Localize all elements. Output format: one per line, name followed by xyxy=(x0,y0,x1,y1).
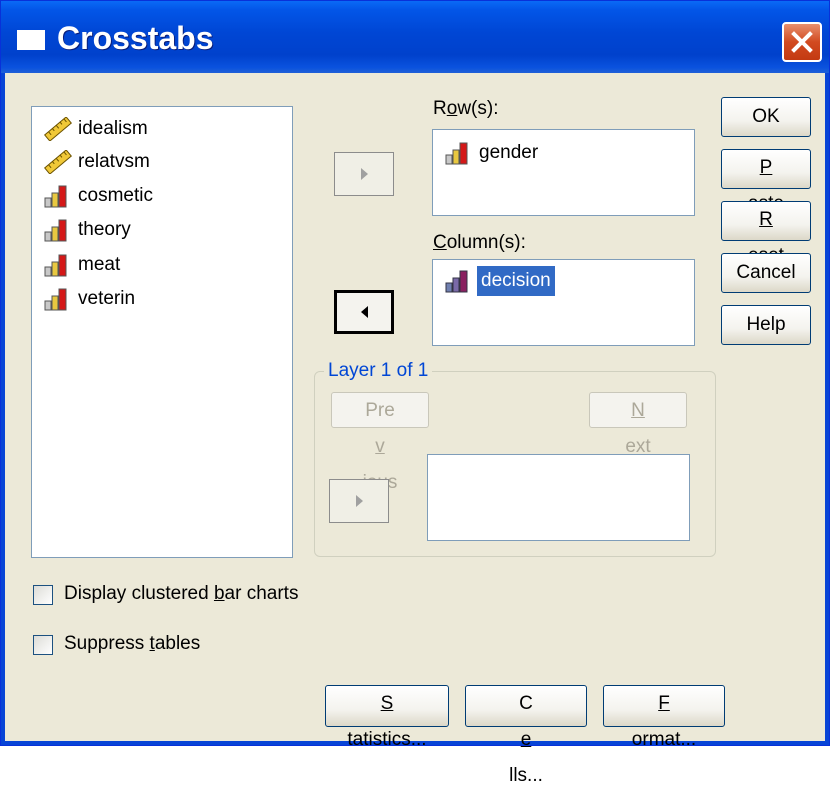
bar-chart-icon xyxy=(445,142,468,165)
suppress-tables-checkbox[interactable] xyxy=(33,635,53,655)
bar-chart-icon xyxy=(44,254,67,277)
columns-list[interactable]: decision xyxy=(432,259,695,346)
cancel-button[interactable]: Cancel xyxy=(721,253,811,293)
move-from-columns-button[interactable] xyxy=(334,290,394,334)
bar-chart-icon xyxy=(44,219,67,242)
statistics-button[interactable]: Statistics... xyxy=(325,685,449,750)
close-button[interactable] xyxy=(782,22,822,62)
arrow-right-icon xyxy=(361,168,368,180)
next-layer-button[interactable]: Next xyxy=(589,392,687,457)
columns-label: Column(s): xyxy=(433,232,526,253)
previous-layer-button[interactable]: Previous xyxy=(331,392,429,493)
bar-chart-icon xyxy=(44,185,67,208)
suppress-tables-label: Suppress tables xyxy=(64,633,201,654)
bar-chart-icon xyxy=(445,270,468,293)
layer-group-title: Layer 1 of 1 xyxy=(324,359,433,383)
move-to-rows-button[interactable] xyxy=(334,152,394,196)
rows-label: Row(s): xyxy=(433,98,499,119)
crosstabs-dialog: Crosstabs idealism relatvsm cosmetic the… xyxy=(0,0,830,786)
ok-button[interactable]: OK xyxy=(721,97,811,137)
format-button[interactable]: Format... xyxy=(603,685,725,750)
layer-list[interactable] xyxy=(427,454,690,541)
clustered-bar-charts-checkbox[interactable] xyxy=(33,585,53,605)
window-icon xyxy=(17,30,45,50)
help-button[interactable]: Help xyxy=(721,305,811,345)
ruler-icon xyxy=(43,117,73,141)
cells-button[interactable]: Ce lls... xyxy=(465,685,587,786)
reset-button[interactable]: Reset xyxy=(721,201,811,266)
paste-button[interactable]: Paste xyxy=(721,149,811,214)
window-title: Crosstabs xyxy=(57,20,214,56)
arrow-right-icon xyxy=(356,495,363,507)
clustered-bar-charts-label: Display clustered bar charts xyxy=(64,583,299,604)
bar-chart-icon xyxy=(44,288,67,311)
rows-list[interactable]: gender xyxy=(432,129,695,216)
arrow-left-icon xyxy=(361,306,368,318)
ruler-icon xyxy=(43,150,73,174)
move-to-layer-button[interactable] xyxy=(329,479,389,523)
close-icon xyxy=(791,31,813,53)
title-bar[interactable]: Crosstabs xyxy=(1,1,829,73)
source-variable-list[interactable]: idealism relatvsm cosmetic theory meat v… xyxy=(31,106,293,558)
